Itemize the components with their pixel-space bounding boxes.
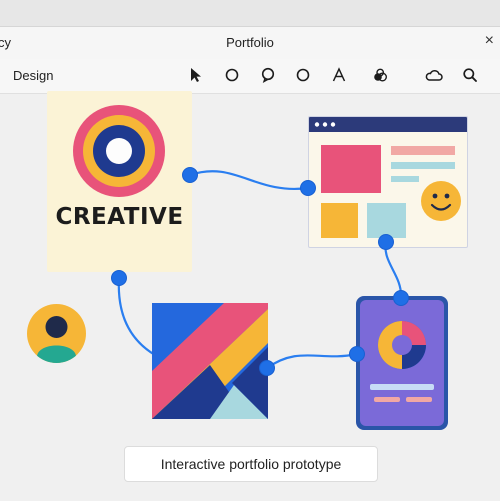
connection-node[interactable] [349, 346, 365, 362]
connection-node[interactable] [182, 167, 198, 183]
phone-screen [360, 300, 444, 426]
abstract-art-card[interactable] [152, 303, 268, 419]
connection-node[interactable] [300, 180, 316, 196]
geometric-art [152, 303, 268, 419]
caption-label: Interactive portfolio prototype [124, 446, 378, 482]
avatar[interactable] [27, 304, 86, 363]
donut-chart-icon [370, 321, 434, 402]
web-mockup-content [321, 145, 461, 238]
connection-node[interactable] [393, 290, 409, 306]
creative-card[interactable]: CREATIVE [47, 91, 192, 272]
browser-bar [309, 117, 467, 132]
web-mockup-card[interactable] [308, 116, 468, 248]
creative-title: CREATIVE [55, 204, 184, 230]
connection-node[interactable] [259, 360, 275, 376]
user-icon [37, 316, 76, 363]
connection-node[interactable] [111, 270, 127, 286]
connection-node[interactable] [378, 234, 394, 250]
target-logo-icon [73, 105, 165, 197]
mobile-mockup-card[interactable] [356, 296, 448, 430]
